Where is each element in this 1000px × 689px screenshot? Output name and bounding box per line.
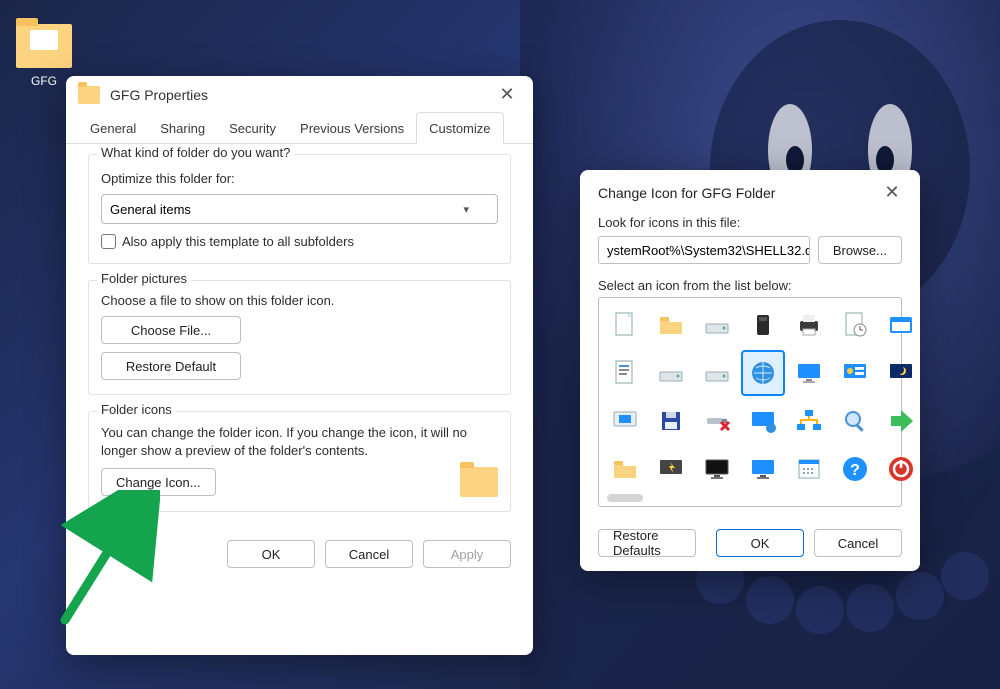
folder-pictures-group: Folder pictures Choose a file to show on… xyxy=(88,280,511,395)
window-title: Change Icon for GFG Folder xyxy=(598,185,878,201)
tab-sharing[interactable]: Sharing xyxy=(148,113,217,143)
dialog-footer: OK Cancel Apply xyxy=(66,528,533,586)
blank-page-icon[interactable] xyxy=(605,304,645,346)
folder-yellow-icon[interactable] xyxy=(605,448,645,490)
desktop-folder-label: GFG xyxy=(16,74,72,88)
arrow-green-icon[interactable] xyxy=(881,400,921,442)
icon-grid[interactable]: ? xyxy=(605,304,895,490)
pictures-help: Choose a file to show on this folder ico… xyxy=(101,293,498,308)
ok-button[interactable]: OK xyxy=(716,529,804,557)
magnifier-icon[interactable] xyxy=(835,400,875,442)
globe-icon[interactable] xyxy=(743,352,783,394)
desktop-folder-gfg[interactable]: GFG xyxy=(16,24,72,88)
window-title: GFG Properties xyxy=(110,87,493,103)
optical-drive-icon[interactable] xyxy=(697,352,737,394)
network-tree-icon[interactable] xyxy=(789,400,829,442)
calendar-icon[interactable] xyxy=(789,448,829,490)
floppy-drive-icon[interactable] xyxy=(651,352,691,394)
help-icon[interactable]: ? xyxy=(835,448,875,490)
desktop[interactable]: GFG GFG Properties ✕ General Sharing Sec… xyxy=(0,0,1000,689)
optimize-label: Optimize this folder for: xyxy=(101,171,498,186)
subfolders-checkbox[interactable] xyxy=(101,234,116,249)
usb-red-x-icon[interactable] xyxy=(697,400,737,442)
optimize-select[interactable]: General items ▾ xyxy=(101,194,498,224)
clock-page-icon[interactable] xyxy=(835,304,875,346)
display-blue-icon[interactable] xyxy=(789,352,829,394)
optimize-select-value: General items xyxy=(110,202,191,217)
ok-button[interactable]: OK xyxy=(227,540,315,568)
folder-preview-icon xyxy=(460,467,498,497)
display-spark-icon[interactable] xyxy=(651,448,691,490)
titlebar[interactable]: GFG Properties ✕ xyxy=(66,76,533,111)
floppy-icon[interactable] xyxy=(651,400,691,442)
folder-icon xyxy=(78,86,100,104)
group-label: Folder pictures xyxy=(97,271,191,286)
window-icon[interactable] xyxy=(881,304,921,346)
chevron-down-icon: ▾ xyxy=(463,203,469,216)
browse-button[interactable]: Browse... xyxy=(818,236,902,264)
folder-icon xyxy=(16,24,72,68)
properties-dialog: GFG Properties ✕ General Sharing Securit… xyxy=(66,76,533,655)
icon-file-path-value: ystemRoot%\System32\SHELL32.dll xyxy=(607,243,810,258)
restore-defaults-button[interactable]: Restore Defaults xyxy=(598,529,696,557)
apply-button[interactable]: Apply xyxy=(423,540,511,568)
icon-file-path-input[interactable]: ystemRoot%\System32\SHELL32.dll xyxy=(598,236,810,264)
scrollbar[interactable] xyxy=(607,494,643,502)
drive-icon[interactable] xyxy=(697,304,737,346)
restore-default-button[interactable]: Restore Default xyxy=(101,352,241,380)
tab-customize[interactable]: Customize xyxy=(416,112,503,144)
close-button[interactable]: ✕ xyxy=(493,84,521,105)
folder-kind-group: What kind of folder do you want? Optimiz… xyxy=(88,154,511,264)
display-network-icon[interactable] xyxy=(743,400,783,442)
display-moon-icon[interactable] xyxy=(881,352,921,394)
close-button[interactable]: ✕ xyxy=(878,182,906,203)
tab-security[interactable]: Security xyxy=(217,113,288,143)
power-icon[interactable] xyxy=(881,448,921,490)
printer-icon[interactable] xyxy=(789,304,829,346)
tab-general[interactable]: General xyxy=(78,113,148,143)
text-page-icon[interactable] xyxy=(605,352,645,394)
control-panel-icon[interactable] xyxy=(835,352,875,394)
icons-help: You can change the folder icon. If you c… xyxy=(101,424,498,459)
change-icon-button[interactable]: Change Icon... xyxy=(101,468,216,496)
folder-icon[interactable] xyxy=(651,304,691,346)
select-label: Select an icon from the list below: xyxy=(598,278,902,293)
look-label: Look for icons in this file: xyxy=(598,215,902,230)
choose-file-button[interactable]: Choose File... xyxy=(101,316,241,344)
change-icon-dialog: Change Icon for GFG Folder ✕ Look for ic… xyxy=(580,170,920,571)
group-label: Folder icons xyxy=(97,402,176,417)
chip-icon[interactable] xyxy=(743,304,783,346)
display-solid-icon[interactable] xyxy=(743,448,783,490)
display-icon[interactable] xyxy=(697,448,737,490)
folder-icons-group: Folder icons You can change the folder i… xyxy=(88,411,511,512)
titlebar[interactable]: Change Icon for GFG Folder ✕ xyxy=(580,170,920,211)
cancel-button[interactable]: Cancel xyxy=(325,540,413,568)
display-page-icon[interactable] xyxy=(605,400,645,442)
group-label: What kind of folder do you want? xyxy=(97,145,294,160)
tabs: General Sharing Security Previous Versio… xyxy=(66,111,533,144)
svg-text:?: ? xyxy=(850,462,860,479)
customize-pane: What kind of folder do you want? Optimiz… xyxy=(66,144,533,528)
subfolders-checkbox-label: Also apply this template to all subfolde… xyxy=(122,234,354,249)
cancel-button[interactable]: Cancel xyxy=(814,529,902,557)
tab-previous-versions[interactable]: Previous Versions xyxy=(288,113,416,143)
